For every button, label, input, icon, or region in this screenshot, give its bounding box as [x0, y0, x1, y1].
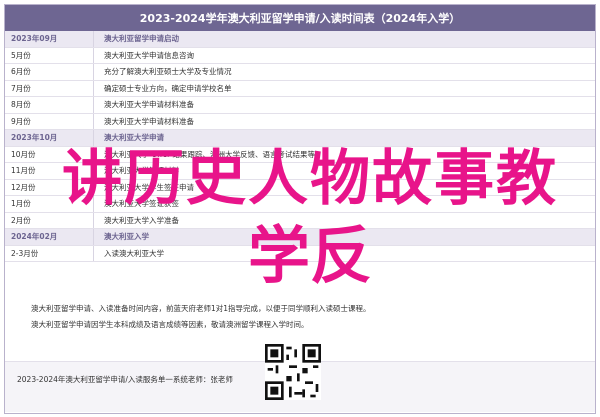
description-cell: 确定硕士专业方向，确定申请学校名单	[93, 80, 595, 97]
table-row: 12月份 澳大利亚大学学生签证申请	[5, 179, 595, 196]
table-row: 2月份 澳大利亚大学入学准备	[5, 212, 595, 229]
description-cell: 澳大利亚留学申请启动	[93, 31, 595, 48]
table-row: 9月份 澳大利亚大学申请材料准备	[5, 113, 595, 130]
description-cell: 澳大利亚大学入学准备	[93, 212, 595, 229]
description-cell: 澳大利亚大学申请	[93, 129, 595, 147]
description-cell: 澳大利亚大学签证获签	[93, 195, 595, 213]
table-row: 2-3月份 入读澳大利亚大学	[5, 245, 595, 262]
schedule-table: 2023年09月 澳大利亚留学申请启动 5月份 澳大利亚大学申请信息咨询 6月份 充分了解…	[5, 31, 595, 262]
description-cell: 澳大利亚大学申请材料准备	[93, 113, 595, 130]
date-cell: 2023年10月	[5, 129, 94, 147]
date-cell: 9月份	[5, 113, 94, 130]
table-row: 7月份 确定硕士专业方向，确定申请学校名单	[5, 80, 595, 97]
table-row: 6月份 充分了解澳大利亚硕士大学及专业情况	[5, 63, 595, 81]
description-cell: 入读澳大利亚大学	[93, 245, 595, 262]
date-cell: 6月份	[5, 63, 94, 81]
date-cell: 2024年02月	[5, 228, 94, 246]
date-cell: 1月份	[5, 195, 94, 213]
description-cell: 澳大利亚大学 Offer 结果跟踪、澳洲大学反馈、语言考试结果等	[93, 146, 595, 163]
description-cell: 澳大利亚大学签证材料	[93, 162, 595, 180]
date-cell: 7月份	[5, 80, 94, 97]
table-row: 11月份 澳大利亚大学签证材料	[5, 162, 595, 180]
date-cell: 8月份	[5, 96, 94, 114]
note-line: 澳大利亚留学申请因学生本科成绩及语言成绩等因素，敬请澳洲留学课程入学时间。	[31, 320, 309, 329]
document-title: 2023-2024学年澳大利亚留学申请/入读时间表（2024年入学）	[5, 5, 595, 31]
section-row: 2024年02月 澳大利亚入学	[5, 228, 595, 246]
date-cell: 5月份	[5, 47, 94, 64]
description-cell: 澳大利亚入学	[93, 228, 595, 246]
date-cell: 2-3月份	[5, 245, 94, 262]
section-row: 2023年09月 澳大利亚留学申请启动	[5, 31, 595, 48]
description-cell: 澳大利亚大学申请信息咨询	[93, 47, 595, 64]
description-cell: 澳大利亚大学申请材料准备	[93, 96, 595, 114]
table-row: 8月份 澳大利亚大学申请材料准备	[5, 96, 595, 114]
date-cell: 2月份	[5, 212, 94, 229]
notes-block: 澳大利亚留学申请、入读准备时间内容，前蓝天府老师1对1指导完成，以便于同学顺利入…	[5, 301, 595, 333]
date-cell: 11月份	[5, 162, 94, 180]
note-line: 澳大利亚留学申请、入读准备时间内容，前蓝天府老师1对1指导完成，以便于同学顺利入…	[31, 304, 371, 313]
date-cell: 10月份	[5, 146, 94, 163]
footer-text: 2023-2024年澳大利亚留学申请/入读服务单一系统老师：张老师	[17, 375, 233, 384]
table-row: 10月份 澳大利亚大学 Offer 结果跟踪、澳洲大学反馈、语言考试结果等	[5, 146, 595, 163]
table-row: 1月份 澳大利亚大学签证获签	[5, 195, 595, 213]
description-cell: 澳大利亚大学学生签证申请	[93, 179, 595, 196]
qr-code-icon	[265, 344, 321, 400]
date-cell: 12月份	[5, 179, 94, 196]
description-cell: 充分了解澳大利亚硕士大学及专业情况	[93, 63, 595, 81]
date-cell: 2023年09月	[5, 31, 94, 48]
section-row: 2023年10月 澳大利亚大学申请	[5, 129, 595, 147]
table-row: 5月份 澳大利亚大学申请信息咨询	[5, 47, 595, 64]
